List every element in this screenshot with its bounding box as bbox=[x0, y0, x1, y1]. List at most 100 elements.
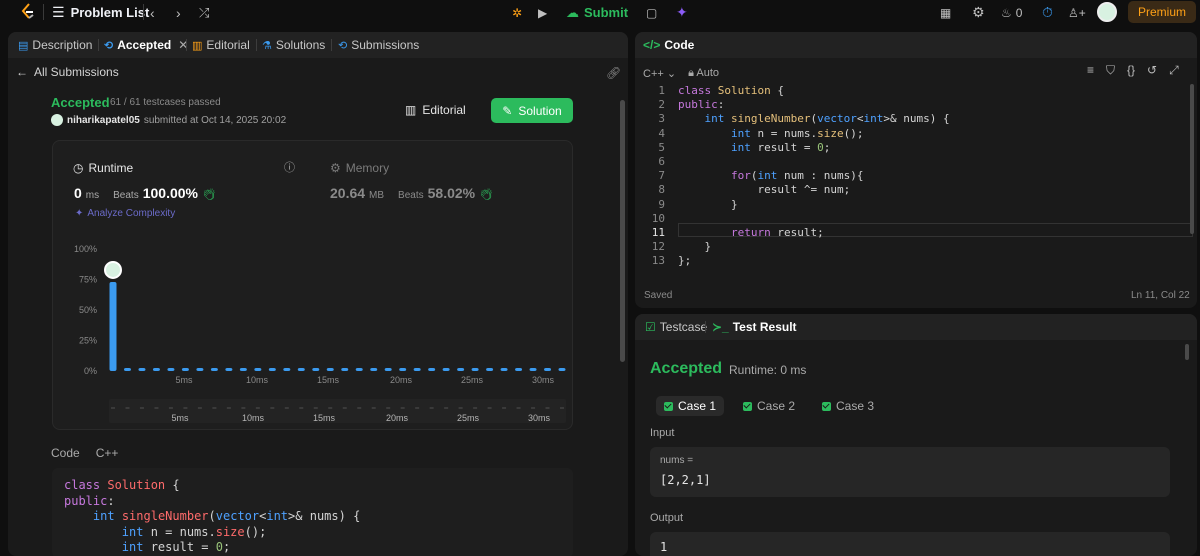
document-icon: ▤ bbox=[18, 39, 29, 52]
chart-bar bbox=[181, 368, 189, 371]
solution-button[interactable]: ✎ Solution bbox=[491, 98, 573, 123]
chart-bar bbox=[413, 368, 421, 371]
case-tab-2[interactable]: Case 2 bbox=[735, 396, 803, 416]
range-slider-tick bbox=[328, 407, 333, 409]
bookmark-icon[interactable]: ⛉ bbox=[1106, 63, 1115, 78]
runtime-stats: 0 ms Beats 100.00% 👏︎ bbox=[74, 185, 216, 201]
leetcode-logo-icon[interactable] bbox=[20, 3, 36, 21]
history-icon: ⟲ bbox=[104, 39, 114, 52]
range-slider-tick bbox=[415, 407, 420, 409]
memory-tab[interactable]: ⚙ Memory bbox=[330, 161, 389, 175]
flame-icon: ♨ bbox=[1001, 5, 1012, 20]
list-icon: ☰ bbox=[52, 4, 65, 20]
tab-submissions[interactable]: ⟲ Submissions bbox=[338, 32, 419, 58]
format-icon[interactable]: ≡ bbox=[1087, 63, 1094, 78]
chart-bar bbox=[297, 368, 305, 371]
left-scrollbar[interactable] bbox=[620, 100, 625, 362]
tab-code[interactable]: </> Code bbox=[643, 32, 694, 58]
result-scrollbar[interactable] bbox=[1185, 344, 1189, 360]
divider bbox=[256, 39, 257, 51]
code-header: Code C++ bbox=[51, 446, 118, 460]
ai-sparkle-icon[interactable]: ✦ bbox=[676, 0, 688, 25]
run-icon[interactable]: ▶ bbox=[538, 0, 547, 25]
analyze-complexity-button[interactable]: ✦ Analyze Complexity bbox=[75, 208, 175, 219]
divider bbox=[705, 321, 706, 333]
info-icon[interactable]: ⓘ bbox=[284, 159, 295, 175]
next-problem-icon[interactable]: › bbox=[176, 0, 181, 25]
input-box: nums = [2,2,1] bbox=[650, 447, 1170, 497]
chart-bar bbox=[428, 368, 436, 371]
sparkle-icon: ✦ bbox=[75, 208, 84, 219]
line-number: 7 bbox=[658, 169, 665, 183]
debug-icon[interactable]: ✲ bbox=[512, 0, 522, 25]
tab-testcase[interactable]: ☑ Testcase bbox=[645, 314, 707, 340]
tab-solutions[interactable]: ⚗ Solutions bbox=[262, 32, 325, 58]
range-slider-tick bbox=[183, 407, 188, 409]
output-label: Output bbox=[650, 512, 684, 524]
expand-icon[interactable]: ⤢ bbox=[1169, 63, 1179, 78]
chart-bar bbox=[312, 368, 320, 371]
chart-bar bbox=[384, 368, 392, 371]
submission-status: Accepted bbox=[51, 95, 110, 110]
history-icon: ⟲ bbox=[338, 39, 348, 52]
user-avatar[interactable] bbox=[1097, 2, 1117, 22]
code-line: result ^= num; bbox=[678, 183, 851, 197]
settings-gear-icon[interactable]: ⚙ bbox=[972, 0, 985, 25]
range-slider-tick bbox=[357, 407, 362, 409]
problem-list-button[interactable]: ☰ Problem List bbox=[52, 0, 149, 25]
line-number: 11 bbox=[651, 226, 665, 239]
range-slider-tick bbox=[299, 407, 304, 409]
range-slider-tick bbox=[400, 407, 405, 409]
divider bbox=[331, 39, 332, 51]
case-tab-1[interactable]: Case 1 bbox=[656, 396, 725, 416]
clap-icon: 👏︎ bbox=[202, 189, 216, 201]
editor-scrollbar[interactable] bbox=[1190, 84, 1194, 234]
memory-label: Memory bbox=[345, 161, 390, 175]
code-editor-panel: </> Code C++ ⌄ 🔒︎ Auto ≡ ⛉ {} ↺ ⤢ 1 class… bbox=[635, 32, 1197, 308]
runtime-label: Runtime bbox=[88, 161, 134, 175]
braces-icon[interactable]: {} bbox=[1127, 63, 1135, 78]
premium-button[interactable]: Premium bbox=[1128, 1, 1196, 23]
case-tab-3[interactable]: Case 3 bbox=[814, 396, 882, 416]
mode-label: Auto bbox=[696, 67, 720, 79]
chart-bar bbox=[515, 368, 523, 371]
auto-mode[interactable]: 🔒︎ Auto bbox=[688, 67, 719, 80]
range-slider-label: 30ms bbox=[528, 413, 551, 423]
chart-bar bbox=[326, 368, 334, 371]
chart-bar bbox=[138, 368, 146, 371]
terminal-icon: ≻_ bbox=[712, 320, 729, 334]
language-select[interactable]: C++ ⌄ bbox=[643, 67, 676, 80]
notes-icon[interactable]: ▢ bbox=[646, 0, 657, 25]
share-link-icon[interactable]: 🔗︎ bbox=[606, 66, 621, 80]
username[interactable]: niharikapatel05 bbox=[67, 115, 140, 126]
book-icon: ▥ bbox=[405, 103, 417, 117]
streak-counter[interactable]: ♨ 0 bbox=[1001, 0, 1022, 25]
all-submissions-link[interactable]: ← All Submissions bbox=[16, 65, 119, 79]
layout-grid-icon[interactable]: ▦ bbox=[940, 0, 951, 25]
range-slider-tick bbox=[386, 407, 391, 409]
range-slider-tick bbox=[516, 407, 521, 409]
submit-button[interactable]: ☁ Submit bbox=[566, 0, 628, 25]
left-tab-bar: ▤ Description ⟲ Accepted ✕ ▥ Editorial ⚗… bbox=[8, 32, 628, 58]
editorial-button[interactable]: ▥ Editorial bbox=[405, 98, 466, 122]
line-number: 4 bbox=[658, 126, 665, 140]
editor-tools: ≡ ⛉ {} ↺ ⤢ bbox=[1087, 63, 1179, 78]
tab-description[interactable]: ▤ Description bbox=[18, 32, 92, 58]
add-friend-icon[interactable]: ♙+ bbox=[1068, 0, 1086, 25]
case-label: Case 3 bbox=[836, 399, 875, 413]
shuffle-icon[interactable]: ⤮ bbox=[199, 0, 209, 25]
analyze-label: Analyze Complexity bbox=[87, 208, 176, 219]
submission-panel: ▤ Description ⟲ Accepted ✕ ▥ Editorial ⚗… bbox=[8, 32, 628, 556]
range-slider-label: 15ms bbox=[313, 413, 336, 423]
reset-icon[interactable]: ↺ bbox=[1147, 63, 1157, 78]
memory-stats: 20.64 MB Beats 58.02% 👏︎ bbox=[330, 185, 493, 201]
timer-icon[interactable]: ⏱ bbox=[1042, 0, 1053, 25]
runtime-tab[interactable]: ◷ Runtime bbox=[73, 161, 133, 175]
tab-accepted[interactable]: ⟲ Accepted ✕ bbox=[104, 32, 188, 58]
tab-test-result[interactable]: ≻_ Test Result bbox=[712, 314, 797, 340]
tab-editorial[interactable]: ▥ Editorial bbox=[192, 32, 250, 58]
range-slider-tick bbox=[111, 407, 115, 409]
range-slider-tick bbox=[212, 407, 217, 409]
prev-problem-icon[interactable]: ‹ bbox=[150, 0, 155, 25]
code-line: }; bbox=[678, 254, 692, 268]
